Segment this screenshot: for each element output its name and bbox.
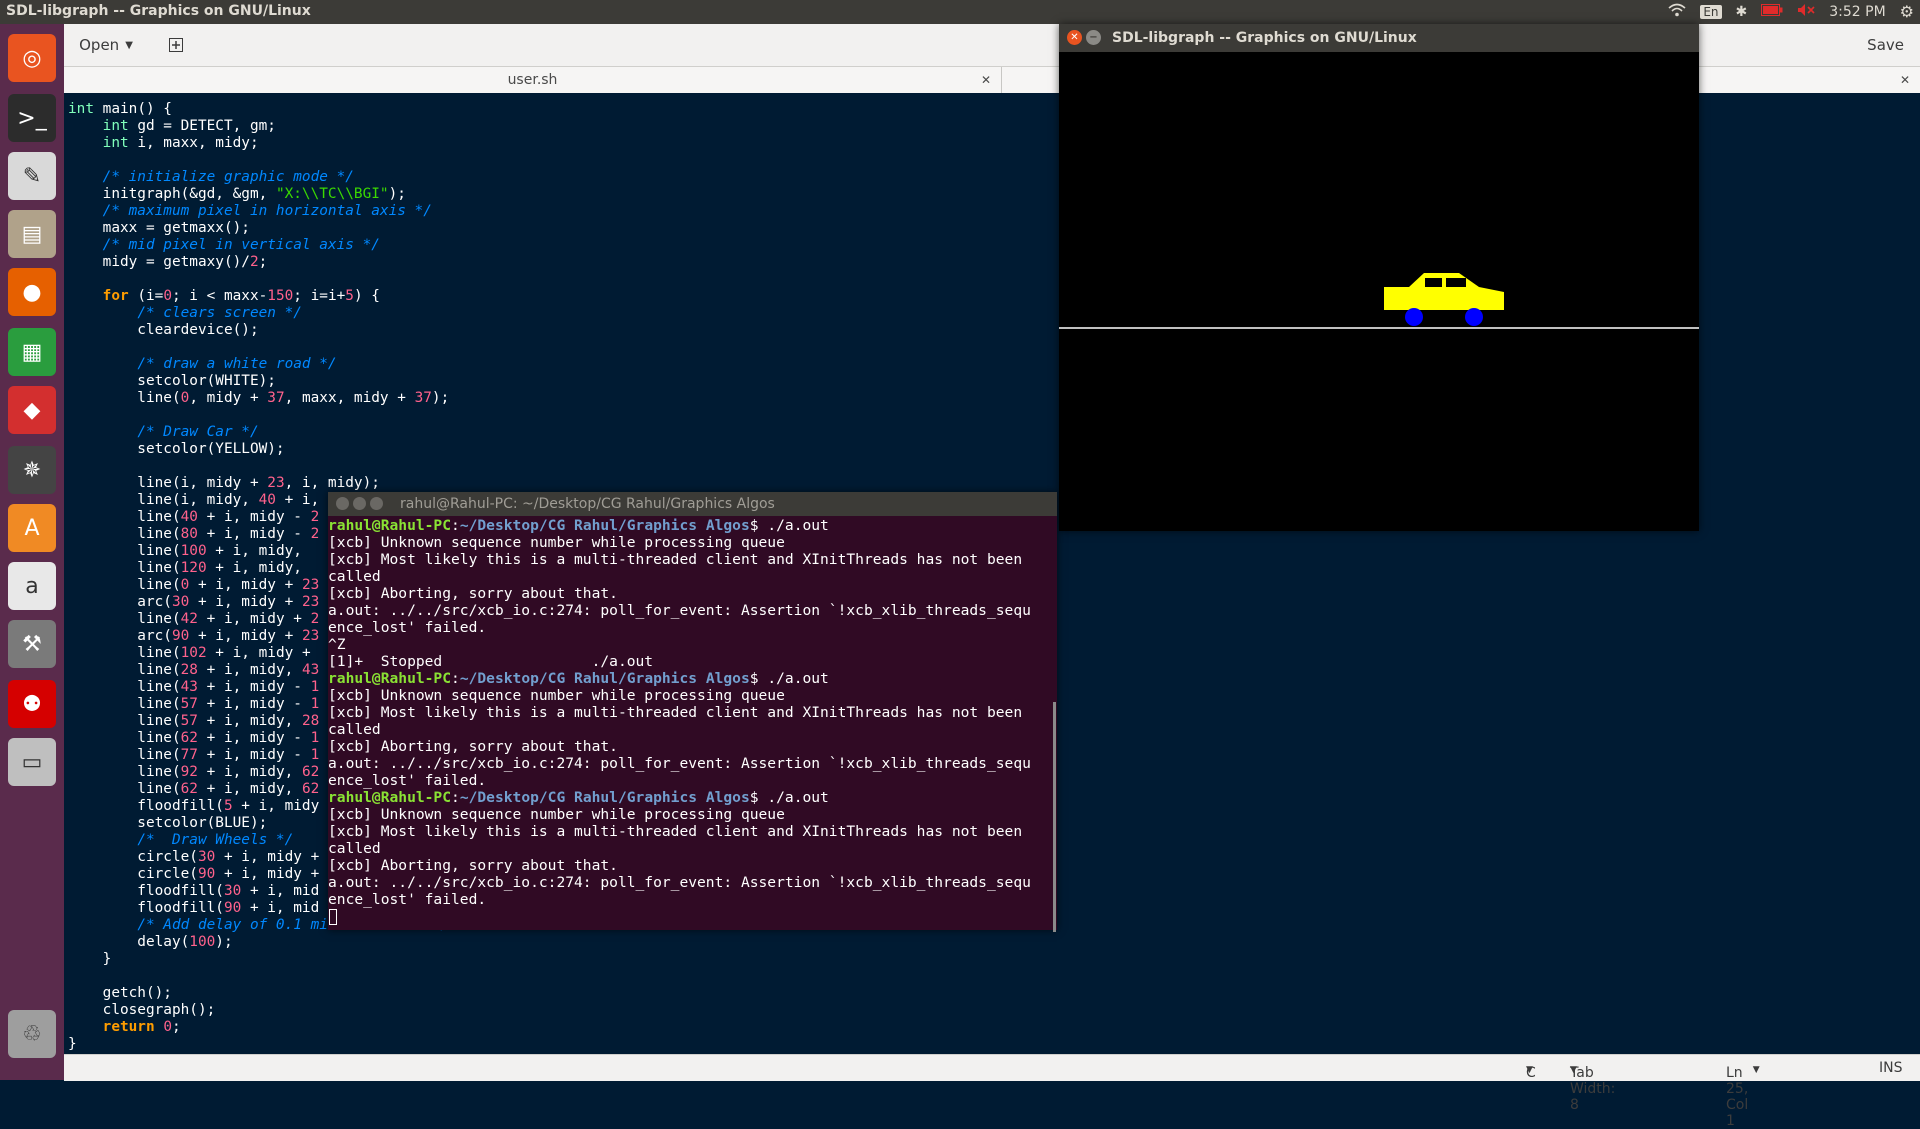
terminal-cursor bbox=[329, 909, 337, 925]
new-tab-button[interactable] bbox=[164, 32, 188, 58]
terminal-title: rahul@Rahul-PC: ~/Desktop/CG Rahul/Graph… bbox=[400, 496, 775, 512]
terminal-line: called bbox=[328, 568, 381, 585]
network-tool-icon[interactable]: ✵ bbox=[8, 446, 56, 494]
bluetooth-icon[interactable]: ✱ bbox=[1736, 4, 1748, 20]
terminal-line: [xcb] Most likely this is a multi-thread… bbox=[328, 551, 1023, 568]
car-wheel-rear bbox=[1465, 308, 1483, 326]
terminal-line: ^Z bbox=[328, 636, 346, 653]
terminal-scrollbar[interactable] bbox=[1053, 702, 1056, 932]
terminal-icon[interactable]: >_ bbox=[8, 94, 56, 142]
car-body bbox=[1384, 273, 1504, 310]
system-tray: En ✱ 3:52 PM ⚙ bbox=[1668, 2, 1914, 21]
terminal-line: a.out: ../../src/xcb_io.c:274: poll_for_… bbox=[328, 874, 1031, 891]
chevron-down-icon: ▼ bbox=[1752, 1065, 1760, 1075]
minimize-icon[interactable]: − bbox=[1086, 30, 1101, 45]
terminal-line: ence_lost' failed. bbox=[328, 619, 487, 636]
active-window-title: SDL-libgraph -- Graphics on GNU/Linux bbox=[6, 3, 311, 19]
terminal-line: [xcb] Most likely this is a multi-thread… bbox=[328, 823, 1023, 840]
text-editor-icon[interactable]: ✎ bbox=[8, 152, 56, 200]
close-icon[interactable]: ✕ bbox=[1067, 30, 1082, 45]
code-line: delay(100); bbox=[68, 934, 233, 950]
terminal-line: a.out: ../../src/xcb_io.c:274: poll_for_… bbox=[328, 602, 1031, 619]
git-icon[interactable]: ◆ bbox=[8, 386, 56, 434]
trash-icon[interactable]: ♲ bbox=[8, 1010, 56, 1058]
code-line: getch(); bbox=[68, 985, 172, 1001]
ubuntu-dash-icon[interactable]: ◎ bbox=[8, 34, 56, 82]
terminal-line: ence_lost' failed. bbox=[328, 891, 487, 908]
launcher: ◎ >_ ✎ ▤ ● ▦ ◆ ✵ Aa ⚒ ⚉ ▭ ♲ bbox=[0, 24, 64, 1080]
terminal-line: [xcb] Unknown sequence number while proc… bbox=[328, 687, 785, 704]
terminal-line: ence_lost' failed. bbox=[328, 772, 487, 789]
sdl-graphics-window: ✕ − SDL-libgraph -- Graphics on GNU/Linu… bbox=[1059, 24, 1699, 531]
terminal-line: [xcb] Aborting, sorry about that. bbox=[328, 585, 618, 602]
open-button-label: Open bbox=[79, 36, 120, 54]
terminal-line: [xcb] Unknown sequence number while proc… bbox=[328, 806, 785, 823]
terminal-line: called bbox=[328, 840, 381, 857]
cursor-position-label: Ln 25, Col 1 bbox=[1726, 1065, 1749, 1129]
file-manager-icon[interactable]: ▤ bbox=[8, 210, 56, 258]
clock[interactable]: 3:52 PM bbox=[1829, 4, 1885, 20]
linux-tux-icon[interactable]: ⚉ bbox=[8, 680, 56, 728]
chevron-down-icon: ▼ bbox=[1526, 1065, 1533, 1075]
wifi-icon[interactable] bbox=[1668, 3, 1686, 21]
terminal-output[interactable]: rahul@Rahul-PC:~/Desktop/CG Rahul/Graphi… bbox=[328, 516, 1050, 930]
terminal-line: called bbox=[328, 721, 381, 738]
software-center-icon[interactable]: A bbox=[8, 504, 56, 552]
chevron-down-icon: ▼ bbox=[125, 39, 133, 51]
top-panel: SDL-libgraph -- Graphics on GNU/Linux En… bbox=[0, 0, 1920, 24]
disk-drive-icon[interactable]: ▭ bbox=[8, 738, 56, 786]
battery-icon[interactable] bbox=[1761, 3, 1783, 20]
tab-label: user.sh bbox=[507, 72, 558, 88]
save-button[interactable]: Save bbox=[1867, 32, 1904, 58]
sdl-window-title: SDL-libgraph -- Graphics on GNU/Linux bbox=[1112, 30, 1417, 46]
code-line: } bbox=[68, 951, 112, 967]
minimize-icon[interactable] bbox=[353, 497, 366, 510]
code-line: closegraph(); bbox=[68, 1002, 216, 1018]
firefox-icon[interactable]: ● bbox=[8, 268, 56, 316]
terminal-titlebar[interactable]: rahul@Rahul-PC: ~/Desktop/CG Rahul/Graph… bbox=[328, 492, 1057, 516]
tab-user-sh[interactable]: user.sh ✕ bbox=[64, 67, 1002, 93]
terminal-text: rahul@Rahul-PC:~/Desktop/CG Rahul/Graphi… bbox=[328, 516, 1050, 908]
spreadsheet-icon[interactable]: ▦ bbox=[8, 328, 56, 376]
car-window-left bbox=[1425, 278, 1442, 287]
terminal-line: [1]+ Stopped ./a.out bbox=[328, 653, 654, 670]
new-tab-icon bbox=[169, 38, 183, 52]
car-window-right bbox=[1446, 278, 1466, 287]
terminal-window[interactable]: rahul@Rahul-PC: ~/Desktop/CG Rahul/Graph… bbox=[328, 492, 1057, 932]
terminal-line: rahul@Rahul-PC:~/Desktop/CG Rahul/Graphi… bbox=[328, 789, 829, 806]
terminal-line: rahul@Rahul-PC:~/Desktop/CG Rahul/Graphi… bbox=[328, 670, 829, 687]
code-line: return 0; bbox=[102, 1019, 181, 1035]
car-wheel-front bbox=[1405, 308, 1423, 326]
cursor-position[interactable]: Ln 25, Col 1 ▼ bbox=[1726, 1060, 1760, 1129]
code-line: } bbox=[68, 1036, 77, 1052]
amazon-icon[interactable]: a bbox=[8, 562, 56, 610]
close-icon[interactable]: ✕ bbox=[1900, 73, 1910, 87]
terminal-line: [xcb] Aborting, sorry about that. bbox=[328, 738, 618, 755]
editor-statusbar: C ▼ Tab Width: 8 ▼ Ln 25, Col 1 ▼ INS bbox=[64, 1054, 1920, 1129]
terminal-line: rahul@Rahul-PC:~/Desktop/CG Rahul/Graphi… bbox=[328, 517, 829, 534]
system-settings-icon[interactable]: ⚒ bbox=[8, 620, 56, 668]
maximize-icon[interactable] bbox=[370, 497, 383, 510]
terminal-line: [xcb] Aborting, sorry about that. bbox=[328, 857, 618, 874]
sdl-canvas bbox=[1059, 273, 1699, 329]
terminal-line: a.out: ../../src/xcb_io.c:274: poll_for_… bbox=[328, 755, 1031, 772]
volume-muted-icon[interactable] bbox=[1797, 3, 1815, 21]
gear-icon[interactable]: ⚙ bbox=[1900, 2, 1914, 21]
close-icon[interactable]: ✕ bbox=[981, 73, 991, 87]
close-icon[interactable] bbox=[336, 497, 349, 510]
keyboard-layout-indicator[interactable]: En bbox=[1700, 4, 1722, 19]
chevron-down-icon: ▼ bbox=[1570, 1065, 1577, 1075]
sdl-window-titlebar[interactable]: ✕ − SDL-libgraph -- Graphics on GNU/Linu… bbox=[1059, 24, 1699, 52]
terminal-line: [xcb] Most likely this is a multi-thread… bbox=[328, 704, 1023, 721]
insert-mode: INS bbox=[1879, 1060, 1903, 1076]
open-button[interactable]: Open ▼ bbox=[74, 32, 138, 58]
terminal-line: [xcb] Unknown sequence number while proc… bbox=[328, 534, 785, 551]
